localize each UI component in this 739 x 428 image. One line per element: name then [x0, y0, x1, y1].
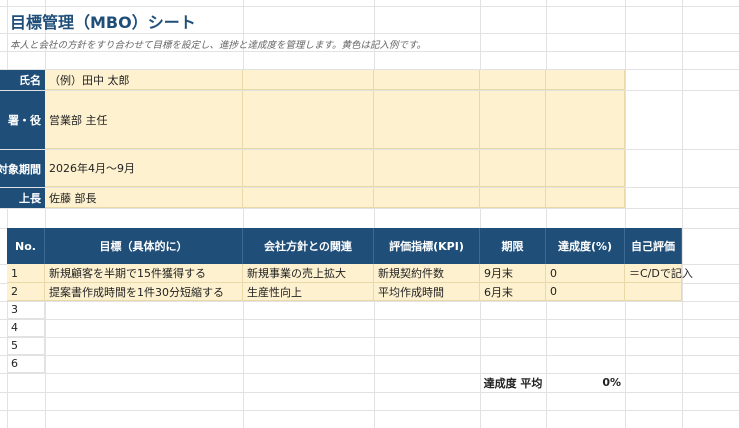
row-no[interactable]: 2 [7, 283, 45, 301]
kpi-cell[interactable]: 新規契約件数 [374, 264, 480, 283]
row-no[interactable]: 3 [7, 301, 45, 319]
input-cell[interactable] [480, 150, 546, 187]
header-no: No. [7, 228, 45, 264]
achievement-cell[interactable]: 0 [546, 264, 625, 283]
label-dept-role: 署・役 [0, 91, 45, 149]
label-name: 氏名 [0, 70, 45, 90]
label-period: 対象期間 [0, 150, 45, 187]
input-cell[interactable] [374, 150, 480, 187]
achievement-cell[interactable]: 0 [546, 283, 625, 301]
label-manager: 上長 [0, 188, 45, 208]
input-cell[interactable] [243, 91, 374, 149]
policy-cell[interactable]: 生産性向上 [243, 283, 374, 301]
input-cell[interactable] [546, 91, 625, 149]
input-cell[interactable] [480, 91, 546, 149]
sheet-title: 目標管理（MBO）シート [10, 13, 196, 32]
name-input[interactable]: （例）田中 太郎 [45, 70, 243, 90]
header-achievement: 達成度(%) [546, 228, 625, 264]
input-cell[interactable] [374, 70, 480, 90]
kpi-cell[interactable]: 平均作成時間 [374, 283, 480, 301]
period-input[interactable]: 2026年4月〜9月 [45, 150, 243, 187]
goal-cell[interactable]: 新規顧客を半期で15件獲得する [45, 264, 243, 283]
average-value: 0% [602, 376, 621, 389]
goal-cell[interactable]: 提案書作成時間を1件30分短縮する [45, 283, 243, 301]
input-cell[interactable] [480, 188, 546, 208]
input-cell[interactable] [546, 150, 625, 187]
policy-cell[interactable]: 新規事業の売上拡大 [243, 264, 374, 283]
header-self-eval: 自己評価 [625, 228, 682, 264]
row-no[interactable]: 1 [7, 264, 45, 283]
self-eval-cell[interactable] [625, 283, 682, 301]
header-kpi: 評価指標(KPI) [374, 228, 480, 264]
row-no[interactable]: 6 [7, 355, 45, 373]
input-cell[interactable] [546, 70, 625, 90]
input-cell[interactable] [243, 70, 374, 90]
sheet-subtitle: 本人と会社の方針をすり合わせて目標を設定し、進捗と達成度を管理します。黄色は記入… [10, 40, 427, 51]
header-goal: 目標（具体的に） [45, 228, 243, 264]
input-cell[interactable] [243, 188, 374, 208]
dept-role-input[interactable]: 営業部 主任 [45, 91, 243, 149]
header-policy: 会社方針との関連 [243, 228, 374, 264]
row-no[interactable]: 5 [7, 337, 45, 355]
input-cell[interactable] [480, 70, 546, 90]
header-due: 期限 [480, 228, 546, 264]
due-cell[interactable]: 6月末 [480, 283, 546, 301]
self-eval-text: ＝C/Dで記入 [629, 267, 693, 280]
self-eval-cell[interactable]: ＝C/Dで記入 [625, 264, 693, 283]
input-cell[interactable] [374, 188, 480, 208]
due-cell[interactable]: 9月末 [480, 264, 546, 283]
manager-input[interactable]: 佐藤 部長 [45, 188, 243, 208]
average-label: 達成度 平均 [483, 376, 543, 390]
input-cell[interactable] [243, 150, 374, 187]
row-no[interactable]: 4 [7, 319, 45, 337]
input-cell[interactable] [546, 188, 625, 208]
input-cell[interactable] [374, 91, 480, 149]
spreadsheet-grid [0, 0, 739, 428]
